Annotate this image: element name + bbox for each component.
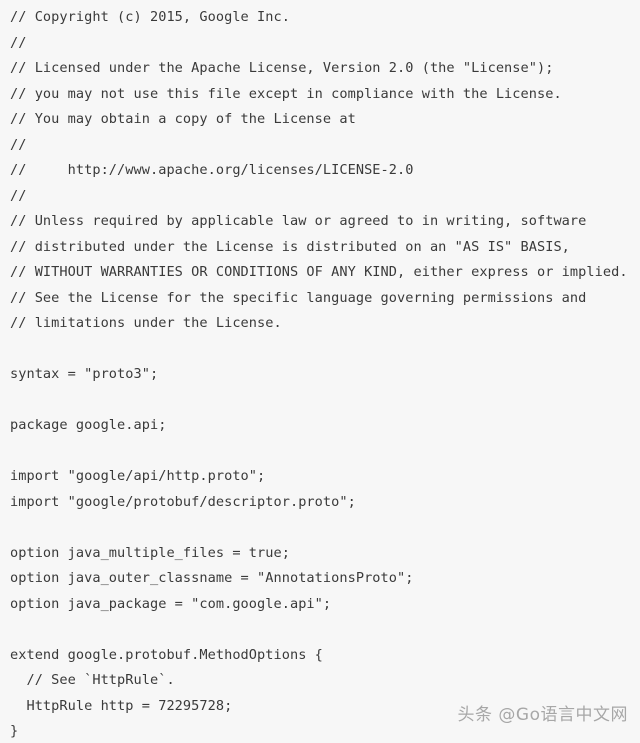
code-line: option java_outer_classname = "Annotatio… bbox=[10, 570, 414, 586]
code-line: // Licensed under the Apache License, Ve… bbox=[10, 60, 554, 76]
code-line: // WITHOUT WARRANTIES OR CONDITIONS OF A… bbox=[10, 264, 628, 280]
code-line: syntax = "proto3"; bbox=[10, 366, 159, 382]
code-line: // You may obtain a copy of the License … bbox=[10, 111, 356, 127]
code-line: // you may not use this file except in c… bbox=[10, 85, 562, 102]
code-line: // http://www.apache.org/licenses/LICENS… bbox=[10, 162, 414, 178]
code-line: extend google.protobuf.MethodOptions { bbox=[10, 646, 323, 663]
code-line: package google.api; bbox=[10, 417, 167, 433]
code-line: option java_multiple_files = true; bbox=[10, 544, 290, 561]
code-line: // bbox=[10, 136, 27, 153]
code-line: // Copyright (c) 2015, Google Inc. bbox=[10, 9, 290, 25]
code-line: // bbox=[10, 34, 27, 51]
code-line: // See `HttpRule`. bbox=[10, 672, 175, 688]
code-line: // distributed under the License is dist… bbox=[10, 238, 570, 255]
code-content: // Copyright (c) 2015, Google Inc. // // L… bbox=[10, 5, 640, 743]
code-line: // Unless required by applicable law or … bbox=[10, 213, 587, 229]
code-line: option java_package = "com.google.api"; bbox=[10, 595, 332, 612]
code-line: import "google/api/http.proto"; bbox=[10, 468, 266, 484]
code-viewer[interactable]: // Copyright (c) 2015, Google Inc. // // L… bbox=[0, 0, 640, 743]
watermark: 头条 @Go语言中文网 bbox=[457, 705, 628, 725]
code-line: // See the License for the specific lang… bbox=[10, 289, 587, 306]
code-line: import "google/protobuf/descriptor.proto… bbox=[10, 493, 356, 510]
code-line: // bbox=[10, 187, 27, 204]
code-line: // limitations under the License. bbox=[10, 315, 282, 331]
